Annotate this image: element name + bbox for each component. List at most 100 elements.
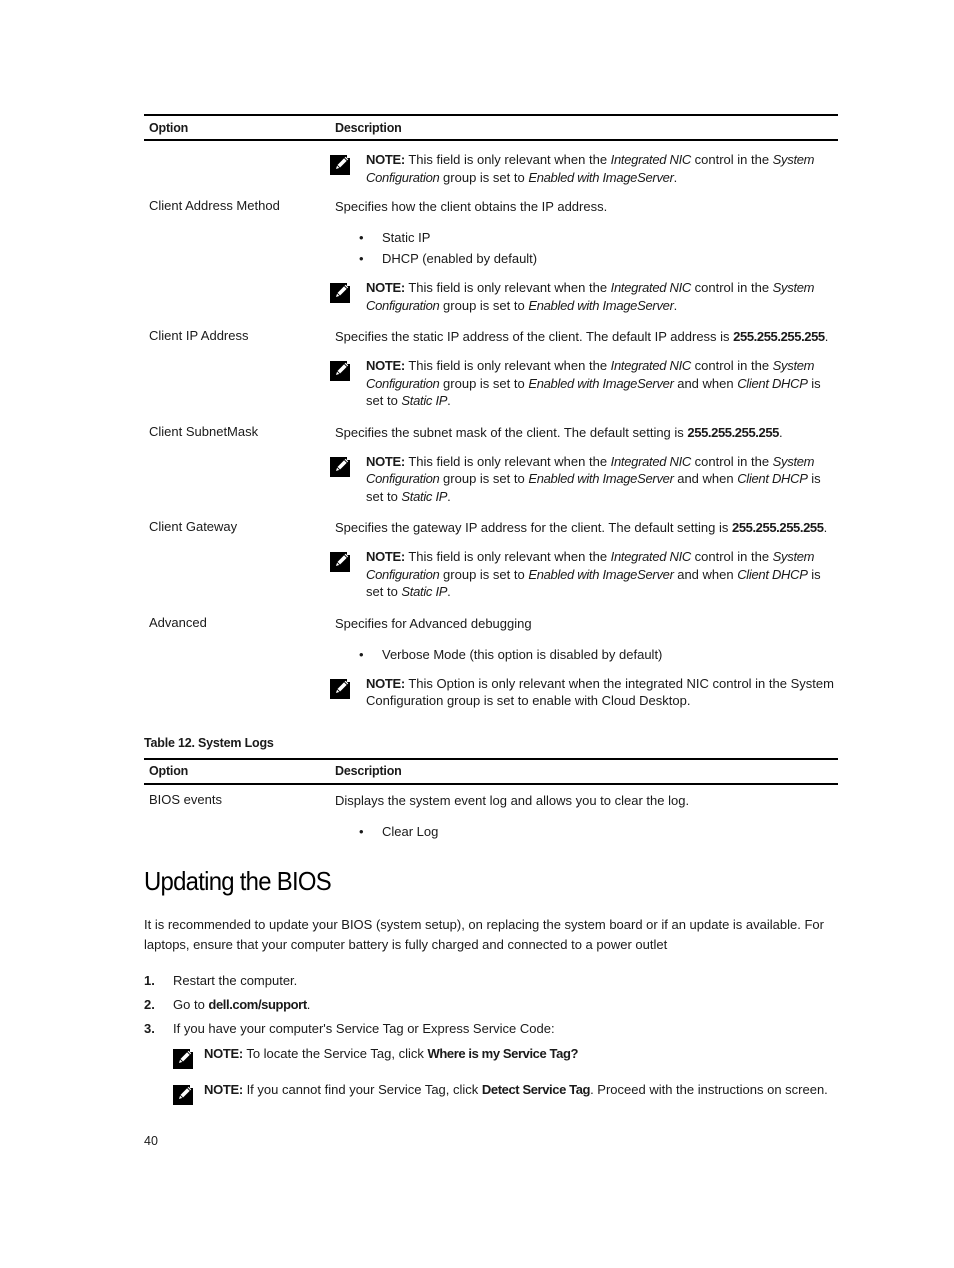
text-span: control in the — [691, 280, 773, 295]
text-span: Specifies the subnet mask of the client.… — [335, 424, 688, 440]
note-label: NOTE: — [366, 152, 405, 167]
description-cell: Specifies how the client obtains the IP … — [330, 198, 838, 314]
note-block: NOTE: This field is only relevant when t… — [330, 279, 838, 314]
pencil-note-icon — [173, 1082, 195, 1105]
table-row: Client Gateway Specifies the gateway IP a… — [144, 519, 838, 601]
client-settings-table: Option Description NOTE: This field is o… — [144, 114, 838, 710]
note-text: NOTE: This Option is only relevant when … — [366, 675, 838, 710]
option-cell: BIOS events — [149, 791, 222, 807]
text-span: . — [673, 169, 678, 185]
bullet-icon: • — [359, 646, 364, 662]
emphasis-text: Enabled with ImageServer — [528, 566, 674, 582]
emphasis-text: Enabled with ImageServer — [528, 375, 674, 391]
note-text: NOTE: This field is only relevant when t… — [366, 357, 838, 410]
section-title: Updating the BIOS — [144, 865, 332, 896]
text-span: and when — [673, 471, 738, 486]
table-row: NOTE: This field is only relevant when t… — [144, 151, 838, 186]
emphasis-text: Integrated NIC — [610, 358, 692, 373]
emphasis-text: Client DHCP — [737, 566, 808, 582]
bullet-item: • Static IP — [359, 227, 838, 248]
text-span: . — [824, 329, 829, 344]
text-span: and when — [673, 566, 738, 582]
emphasis-text: Client DHCP — [737, 471, 808, 486]
text-span: . — [447, 393, 451, 408]
bullet-item: • Clear Log — [359, 821, 838, 842]
text-span: control in the — [691, 453, 773, 469]
text-span: This field is only relevant when the — [404, 453, 611, 469]
text-span: . — [447, 488, 451, 504]
text-span: group is set to — [439, 297, 529, 313]
emphasis-text: Integrated NIC — [610, 453, 692, 469]
option-cell: Client SubnetMask — [149, 423, 259, 439]
description-text: Specifies how the client obtains the IP … — [335, 198, 838, 215]
bold-text: 255.255.255.255 — [733, 329, 825, 344]
text-span: . — [306, 996, 311, 1012]
text-span: To locate the Service Tag, click — [242, 1045, 428, 1061]
text-span: control in the — [691, 549, 773, 564]
note-label: NOTE: — [366, 549, 405, 564]
page-content: Option Description NOTE: This field is o… — [144, 114, 838, 1105]
table-body: NOTE: This field is only relevant when t… — [144, 151, 838, 710]
note-text: NOTE: This field is only relevant when t… — [366, 279, 838, 314]
table-row: BIOS events Displays the system event lo… — [144, 792, 838, 842]
note-block: NOTE: This Option is only relevant when … — [330, 675, 838, 710]
pencil-note-icon — [330, 550, 352, 572]
step-notes: NOTE: To locate the Service Tag, click W… — [144, 1045, 838, 1105]
system-logs-table: Option Description BIOS events Displays … — [144, 757, 838, 842]
bold-text: Detect Service Tag — [481, 1081, 591, 1097]
text-span: group is set to — [439, 566, 529, 582]
text-span: group is set to — [439, 471, 529, 486]
emphasis-text: Integrated NIC — [610, 280, 692, 295]
step-number: 1. — [144, 972, 155, 988]
description-cell: NOTE: This field is only relevant when t… — [330, 151, 838, 186]
header-option: Option — [149, 120, 189, 135]
steps-list: 1. Restart the computer. 2. Go to dell.com/… — [144, 969, 838, 1041]
header-description: Description — [335, 764, 402, 778]
bullet-list: • Verbose Mode (this option is disabled b… — [335, 644, 838, 665]
step-item: 3. If you have your computer's Service Ta… — [144, 1017, 838, 1041]
bullet-icon: • — [359, 823, 364, 839]
note-block: NOTE: This field is only relevant when t… — [330, 151, 838, 186]
description-cell: Specifies the static IP address of the c… — [330, 328, 838, 410]
text-span: control in the — [691, 152, 773, 167]
note-text: NOTE: This field is only relevant when t… — [366, 151, 838, 186]
note-label: NOTE: — [204, 1081, 243, 1097]
note-block: NOTE: To locate the Service Tag, click W… — [173, 1045, 838, 1069]
note-block: NOTE: This field is only relevant when t… — [330, 548, 838, 601]
description-cell: Specifies the gateway IP address for the… — [330, 519, 838, 601]
bullet-item: • Verbose Mode (this option is disabled b… — [359, 644, 838, 665]
header-description: Description — [335, 120, 402, 135]
note-block: NOTE: This field is only relevant when t… — [330, 453, 838, 506]
note-label: NOTE: — [366, 280, 405, 295]
text-span: . — [447, 584, 451, 599]
table-header: Option Description — [144, 114, 838, 141]
bullet-list: • Clear Log — [335, 821, 838, 842]
text-span: group is set to — [439, 375, 529, 391]
description-cell: Specifies for Advanced debugging • Verbose… — [330, 615, 838, 710]
text-span: Specifies for Advanced debugging — [335, 615, 532, 631]
option-cell — [144, 151, 335, 186]
table-row: Client IP Address Specifies the static IP… — [144, 328, 838, 410]
text-span: . — [779, 424, 783, 440]
bullet-icon: • — [359, 230, 364, 245]
text-span: If you cannot find your Service Tag, cli… — [242, 1081, 482, 1097]
step-item: 1. Restart the computer. — [144, 969, 838, 993]
emphasis-text: Integrated NIC — [610, 549, 692, 564]
text-span: group is set to — [439, 169, 529, 185]
option-cell: Client Gateway — [149, 519, 238, 534]
note-block: NOTE: If you cannot find your Service Ta… — [173, 1081, 838, 1105]
description-text: Specifies for Advanced debugging — [335, 615, 838, 632]
emphasis-text: Static IP — [401, 488, 448, 504]
table-row: Client Address Method Specifies how the c… — [144, 198, 838, 314]
bullet-item: • DHCP (enabled by default) — [359, 248, 838, 269]
table-row: Advanced Specifies for Advanced debugging… — [144, 615, 838, 710]
note-label: NOTE: — [366, 453, 405, 469]
description-text: Specifies the gateway IP address for the… — [335, 519, 838, 536]
note-label: NOTE: — [366, 675, 405, 691]
step-text: Restart the computer. — [173, 969, 297, 993]
emphasis-text: Static IP — [401, 393, 448, 408]
text-span: Specifies how the client obtains the IP … — [335, 199, 608, 214]
emphasis-text: Integrated NIC — [610, 152, 692, 167]
text-span: This Option is only relevant when the in… — [366, 675, 834, 709]
note-label: NOTE: — [366, 358, 405, 373]
